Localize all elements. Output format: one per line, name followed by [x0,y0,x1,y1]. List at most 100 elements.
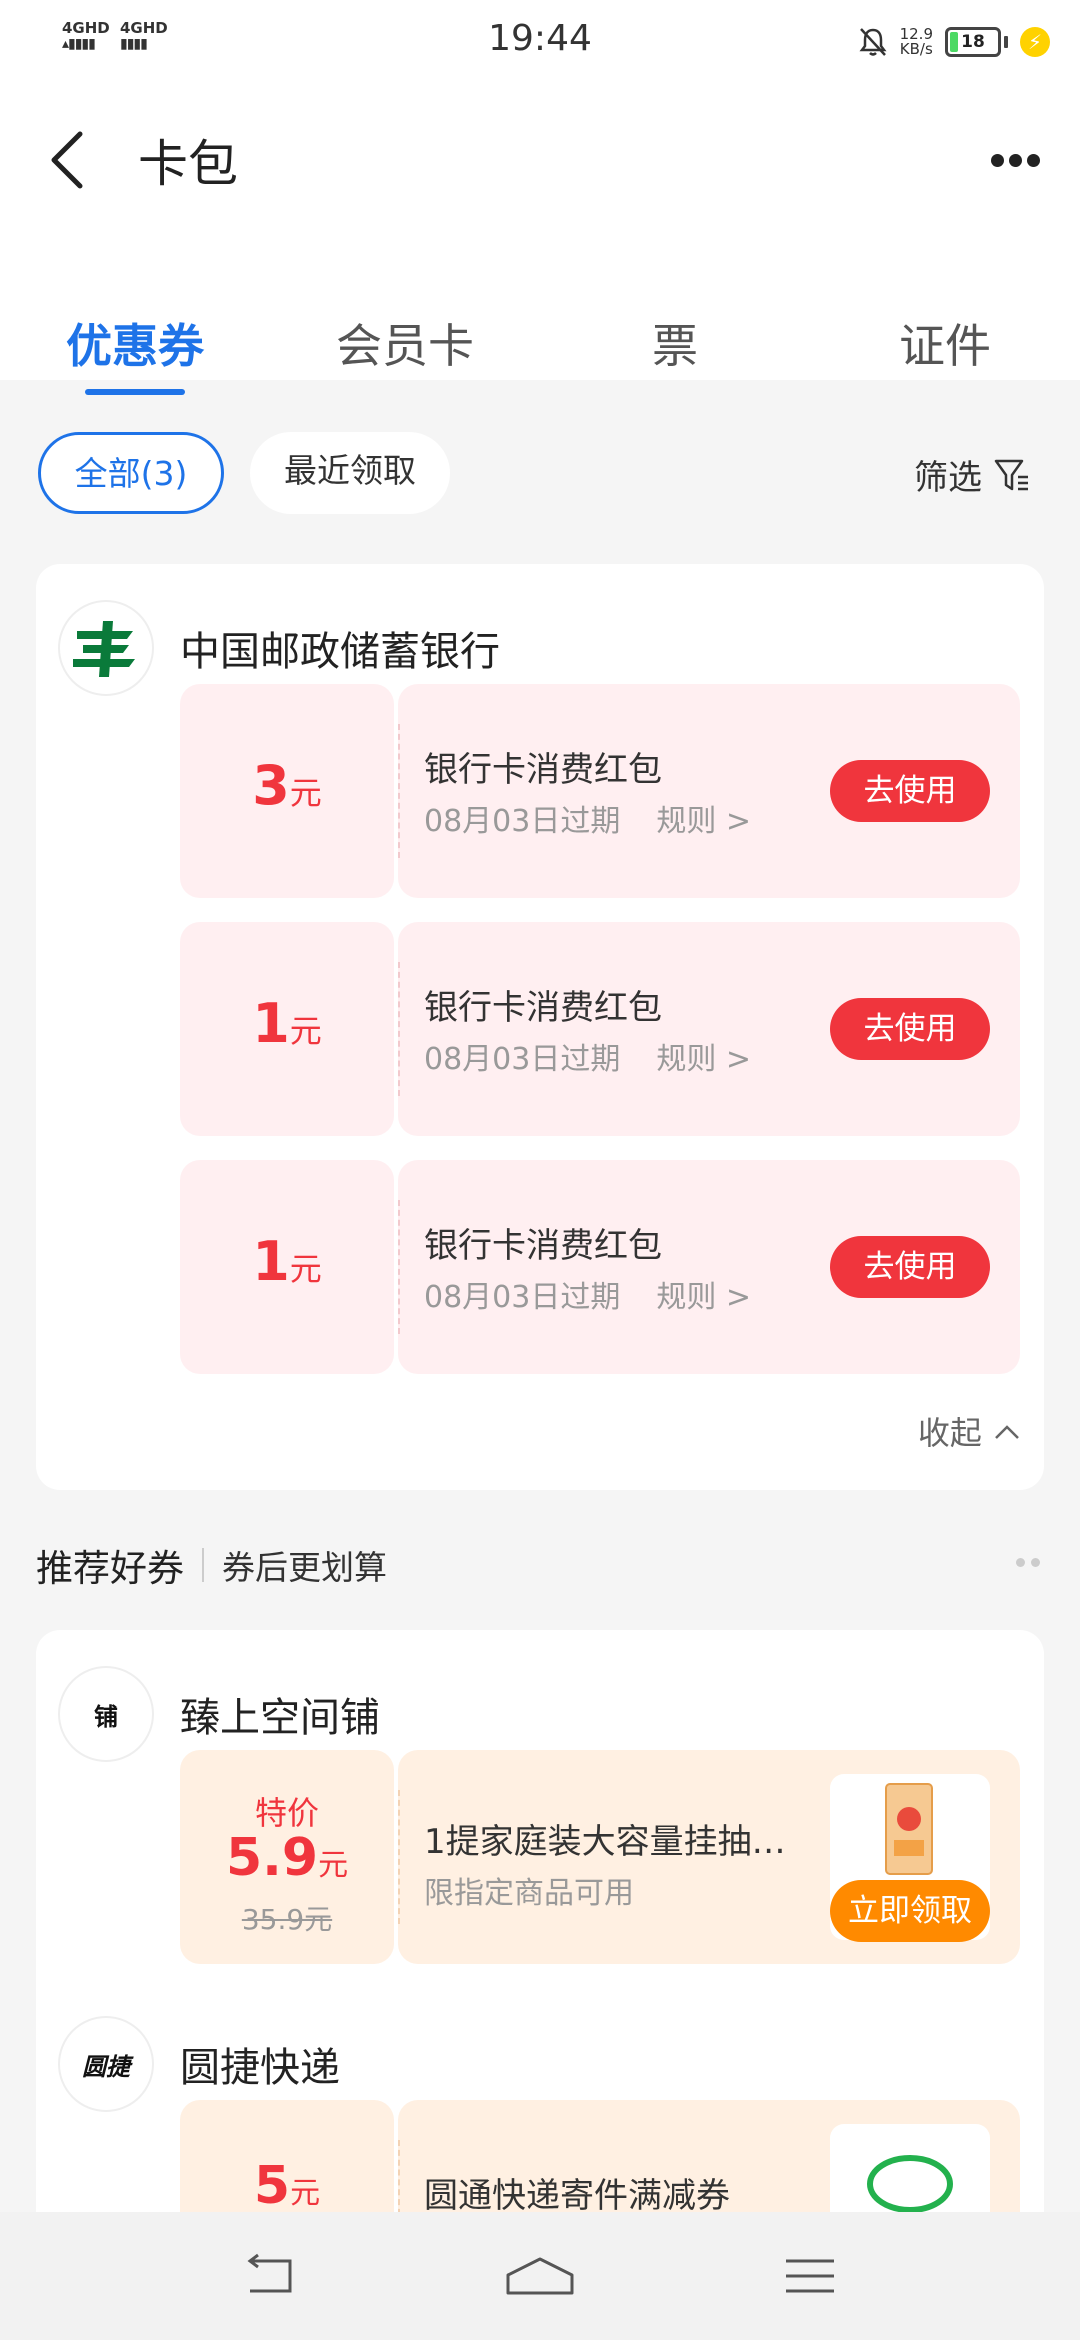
mute-bell-icon [859,28,887,56]
shop-logo: 铺 [58,1666,154,1762]
battery-percent: 18 [961,32,985,52]
use-coupon-button[interactable]: 去使用 [830,1236,990,1298]
use-coupon-button[interactable]: 去使用 [830,998,990,1060]
coupon-meta: 08月03日过期 规则 > [424,796,751,840]
coupon-amount: 1元 [180,992,394,1055]
nav-back-button[interactable] [220,2240,320,2312]
chevron-up-icon [995,1425,1019,1439]
deal-price-panel: 特价 5.9元 35.9元 [180,1750,394,1964]
merchant-header: 圆捷 圆捷快递 [58,2016,340,2112]
deal-price: 5.9元 [180,1828,394,1888]
coupon-item: 1元 银行卡消费红包 08月03日过期 规则 > 去使用 [180,922,1020,1136]
nav-menu-button[interactable] [760,2240,860,2312]
bank-coupon-card: 中国邮政储蓄银行 3元 银行卡消费红包 08月03日过期 规则 > 去使用 1元 … [36,564,1044,1490]
claim-now-button[interactable]: 立即领取 [830,1880,990,1942]
recommend-title: 推荐好券 [36,1547,184,1590]
coupon-meta: 08月03日过期 规则 > [424,1272,751,1316]
tissue-pack-image-icon [885,1783,933,1875]
tab-bar: 优惠券 会员卡 票 证件 [0,290,1080,390]
nav-home-button[interactable] [490,2240,590,2312]
divider [202,1548,204,1582]
status-bar: 4GHD ▴▮▮▮▮ 4GHD ▮▮▮▮ 19:44 12.9 KB/s 18 … [0,0,1080,80]
recommend-header: 推荐好券 券后更划算 [36,1540,387,1590]
deal-title: 圆通快递寄件满减券 [424,2176,730,2216]
return-arrow-icon [247,2253,292,2293]
recommend-subtitle: 券后更划算 [222,1548,387,1587]
coupon-detail-panel: 银行卡消费红包 08月03日过期 规则 > 去使用 [398,684,1020,898]
coupon-amount: 3元 [180,754,394,817]
coupon-amount-value: 1 [252,1230,290,1293]
battery-icon: 18 [945,27,1001,57]
coupon-detail-panel: 银行卡消费红包 08月03日过期 规则 > 去使用 [398,922,1020,1136]
tab-tickets[interactable]: 票 [540,290,810,390]
coupon-expiry: 08月03日过期 [424,1280,621,1315]
merchant-name: 中国邮政储蓄银行 [180,629,500,675]
charging-icon: ⚡ [1020,27,1050,57]
more-dot-icon [1008,153,1022,167]
deal-price-unit: 元 [290,2176,321,2211]
filter-all-chip[interactable]: 全部(3) [38,432,224,514]
merchant-name: 圆捷快递 [180,2045,340,2091]
coupon-item: 1元 银行卡消费红包 08月03日过期 规则 > 去使用 [180,1160,1020,1374]
carousel-dots-icon [1016,1558,1040,1567]
coupon-amount-unit: 元 [289,1250,322,1288]
header: 卡包 优惠券 会员卡 票 证件 [0,80,1080,380]
coupon-amount-unit: 元 [289,774,322,812]
merchant-header: 铺 臻上空间铺 [58,1666,380,1762]
coupon-rules-link[interactable]: 规则 > [656,1042,751,1077]
coupon-amount-unit: 元 [289,1012,322,1050]
tab-coupons[interactable]: 优惠券 [0,290,270,390]
deal-original-price: 35.9元 [241,1903,333,1936]
coupon-amount-value: 3 [252,754,290,817]
postal-bank-logo [58,600,154,696]
coupon-expiry: 08月03日过期 [424,804,621,839]
coupon-detail-panel: 银行卡消费红包 08月03日过期 规则 > 去使用 [398,1160,1020,1374]
coupon-amount-panel: 1元 [180,922,394,1136]
deal-price: 5元 [180,2156,394,2216]
more-options-button[interactable] [980,140,1050,180]
filter-row: 全部(3) 最近领取 筛选 [0,420,1080,520]
deal-subtitle: 限指定商品可用 [424,1876,634,1911]
deal-price-unit: 元 [318,1848,349,1883]
system-nav-bar [0,2212,1080,2340]
coupon-rules-link[interactable]: 规则 > [656,1280,751,1315]
deal-price-value: 5.9 [225,1828,319,1888]
tab-membership-cards[interactable]: 会员卡 [270,290,540,390]
filter-recent-chip[interactable]: 最近领取 [250,432,450,514]
tab-documents[interactable]: 证件 [810,290,1080,390]
coupon-title: 银行卡消费红包 [424,1226,662,1266]
page-title: 卡包 [138,135,238,193]
coupon-amount: 1元 [180,1230,394,1293]
filter-button[interactable]: 筛选 [914,450,1032,499]
recommend-card: 铺 臻上空间铺 特价 5.9元 35.9元 1提家庭装大容量挂抽… 限指定商品可… [36,1630,1044,2314]
more-dot-icon [990,153,1004,167]
coupon-title: 银行卡消费红包 [424,988,662,1028]
yuanjie-logo: 圆捷 [58,2016,154,2112]
home-icon [506,2257,574,2295]
use-coupon-button[interactable]: 去使用 [830,760,990,822]
coupon-meta: 08月03日过期 规则 > [424,1034,751,1078]
network-speed: 12.9 KB/s [900,27,933,57]
filter-label: 筛选 [914,458,982,498]
coupon-title: 银行卡消费红包 [424,750,662,790]
menu-icon [786,2259,834,2293]
deal-item: 特价 5.9元 35.9元 1提家庭装大容量挂抽… 限指定商品可用 立即领取 [180,1750,1020,1964]
postal-bank-logo-icon [64,606,148,690]
coupon-amount-panel: 3元 [180,684,394,898]
deal-title: 1提家庭装大容量挂抽… [424,1822,784,1862]
shop-logo-text: 铺 [94,1702,118,1731]
coupon-item: 3元 银行卡消费红包 08月03日过期 规则 > 去使用 [180,684,1020,898]
chevron-left-icon [51,131,83,189]
coupon-rules-link[interactable]: 规则 > [656,804,751,839]
coupon-amount-panel: 1元 [180,1160,394,1374]
coupon-amount-value: 1 [252,992,290,1055]
back-button[interactable] [40,120,100,200]
speed-unit: KB/s [899,40,933,58]
collapse-label: 收起 [917,1414,982,1452]
yuanjie-logo-text: 圆捷 [82,2052,130,2081]
battery-tip [1004,36,1008,48]
deal-detail-panel: 1提家庭装大容量挂抽… 限指定商品可用 立即领取 [398,1750,1020,1964]
more-dot-icon [1026,153,1040,167]
merchant-header: 中国邮政储蓄银行 [58,600,500,696]
collapse-button[interactable]: 收起 [918,1408,1022,1454]
